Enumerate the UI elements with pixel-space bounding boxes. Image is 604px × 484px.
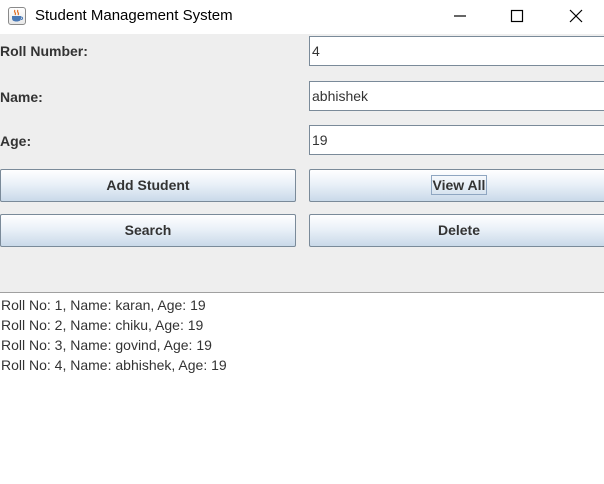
roll-number-field[interactable]: 4	[309, 36, 604, 66]
minimize-button[interactable]	[437, 0, 483, 32]
age-label: Age:	[0, 133, 32, 149]
output-text-area[interactable]: Roll No: 1, Name: karan, Age: 19 Roll No…	[0, 292, 604, 484]
output-line: Roll No: 1, Name: karan, Age: 19	[1, 297, 206, 313]
minimize-icon	[454, 15, 466, 17]
close-icon	[569, 9, 583, 23]
maximize-icon	[510, 9, 524, 23]
output-line: Roll No: 4, Name: abhishek, Age: 19	[1, 357, 227, 373]
name-label: Name:	[0, 89, 43, 105]
age-field[interactable]: 19	[309, 125, 604, 155]
name-field[interactable]: abhishek	[309, 81, 604, 111]
close-button[interactable]	[553, 0, 599, 32]
output-line: Roll No: 3, Name: govind, Age: 19	[1, 337, 212, 353]
search-button[interactable]: Search	[0, 214, 296, 247]
delete-button[interactable]: Delete	[309, 214, 604, 247]
roll-number-label: Roll Number:	[0, 43, 88, 59]
view-all-button[interactable]: View All	[309, 169, 604, 202]
maximize-button[interactable]	[494, 0, 540, 32]
app-window: Student Management System Roll Number: 4…	[0, 0, 604, 484]
output-line: Roll No: 2, Name: chiku, Age: 19	[1, 317, 204, 333]
add-student-button[interactable]: Add Student	[0, 169, 296, 202]
window-title: Student Management System	[35, 7, 233, 24]
title-bar[interactable]: Student Management System	[0, 0, 604, 34]
view-all-label: View All	[430, 175, 488, 195]
java-cup-icon	[8, 7, 26, 25]
